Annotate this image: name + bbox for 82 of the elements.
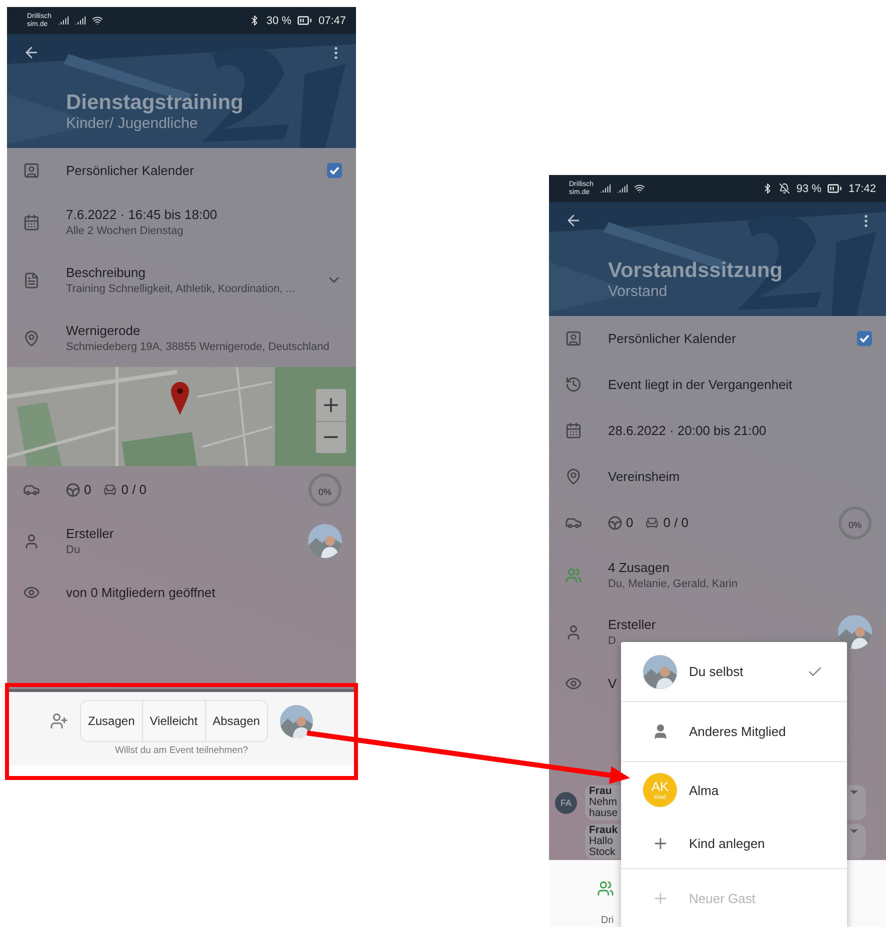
battery-percent: 30 % xyxy=(266,14,292,26)
clock: 17:42 xyxy=(848,182,876,194)
comment-author: Frau xyxy=(589,786,613,797)
battery-percent: 93 % xyxy=(796,182,822,194)
event-group: Kinder/ Jugendliche xyxy=(66,115,356,132)
seat-count: 0 / 0 xyxy=(121,482,147,497)
bell-off-icon xyxy=(779,183,790,194)
comment-text: Hallo xyxy=(589,836,614,847)
row-subtitle: D xyxy=(608,635,617,647)
avatar xyxy=(280,704,313,738)
calendar-icon xyxy=(565,422,582,438)
event-group: Vorstand xyxy=(608,283,886,300)
row-title: Ersteller xyxy=(66,526,115,541)
row-title: Event liegt in der Vergangenheit xyxy=(608,376,794,392)
calendar-icon xyxy=(23,214,40,230)
row-title: Persönlicher Kalender xyxy=(608,331,737,346)
row-title: 4 Zusagen xyxy=(608,560,670,575)
driver-count: 0 xyxy=(626,515,634,530)
battery-icon xyxy=(297,13,312,28)
comment-text: Stock xyxy=(589,847,616,858)
rsvp-button[interactable]: Absagen xyxy=(204,701,267,741)
bluetooth-icon xyxy=(249,15,260,26)
wifi-icon xyxy=(92,15,102,26)
seat-icon xyxy=(645,516,660,530)
driver-count: 0 xyxy=(84,482,92,497)
row-subtitle: Training Schnelligkeit, Athletik, Koordination, ... xyxy=(66,283,296,295)
row-subtitle: Du, Melanie, Gerald, Karin xyxy=(608,578,739,590)
menu-item[interactable]: Du selbst xyxy=(621,642,847,702)
comment-text: hause xyxy=(589,808,618,819)
back-button[interactable] xyxy=(565,212,582,229)
menu-item[interactable]: Anderes Mitglied xyxy=(621,702,847,762)
row-title: 7.6.2022 · 16:45 bis 18:00 xyxy=(66,207,218,222)
steering-wheel-icon xyxy=(608,516,622,530)
person-card-icon xyxy=(565,330,582,347)
zoom-out-button[interactable]: − xyxy=(316,421,346,453)
person-icon xyxy=(23,532,40,550)
row-title: Ersteller xyxy=(608,617,657,632)
bluetooth-icon xyxy=(762,183,774,194)
add-people-icon[interactable] xyxy=(50,712,68,730)
avatar xyxy=(308,524,342,558)
row-title: 28.6.2022 · 20:00 bis 21:00 xyxy=(608,422,768,438)
event-title: Dienstagstraining xyxy=(66,91,244,115)
progress-percent: 0% xyxy=(848,520,862,530)
history-icon xyxy=(565,376,582,392)
rsvp-hint: Willst du am Event teilnehmen? xyxy=(114,745,248,756)
person-icon xyxy=(565,624,582,640)
comment-author: Frauk xyxy=(589,825,618,836)
zoom-in-button[interactable]: + xyxy=(316,389,346,421)
seat-icon xyxy=(103,482,118,496)
rsvp-button[interactable]: Vielleicht xyxy=(142,701,205,741)
event-title: Vorstandssitzung xyxy=(608,259,784,283)
document-icon xyxy=(23,272,40,288)
people-icon[interactable] xyxy=(597,880,614,897)
row-subtitle: Du xyxy=(66,544,82,556)
progress-percent: 0% xyxy=(318,487,332,497)
row-title: V xyxy=(608,676,618,690)
rsvp-button[interactable]: Zusagen xyxy=(81,701,142,741)
row-title: Persönlicher Kalender xyxy=(66,163,195,178)
menu-item[interactable]: Kind anlegen xyxy=(621,818,847,869)
checkbox[interactable] xyxy=(327,163,342,178)
clock: 07:47 xyxy=(318,14,346,26)
checkbox[interactable] xyxy=(857,331,872,346)
initials-avatar: FA xyxy=(555,792,577,814)
steering-wheel-icon xyxy=(66,482,80,496)
back-button[interactable] xyxy=(23,44,40,61)
row-title: von 0 Mitgliedern geöffnet xyxy=(66,584,216,600)
row-title: Vereinsheim xyxy=(608,468,681,484)
avatar xyxy=(643,654,677,688)
location-pin-icon xyxy=(565,468,582,484)
row-title: Wernigerode xyxy=(66,323,142,338)
progress-ring xyxy=(308,472,342,506)
person-card-icon xyxy=(23,162,40,179)
location-pin-icon xyxy=(23,330,40,346)
people-icon xyxy=(565,566,582,584)
row-title: Beschreibung xyxy=(66,265,146,280)
avatar xyxy=(838,615,872,649)
comment-text: Nehm xyxy=(589,797,618,808)
wifi-icon xyxy=(634,183,644,194)
battery-icon xyxy=(827,181,842,196)
row-subtitle: Alle 2 Wochen Dienstag xyxy=(66,225,184,237)
seat-count: 0 / 0 xyxy=(663,515,689,530)
row-subtitle: Schmiedeberg 19A, 38855 Wernigerode, Deutschland xyxy=(66,341,330,353)
